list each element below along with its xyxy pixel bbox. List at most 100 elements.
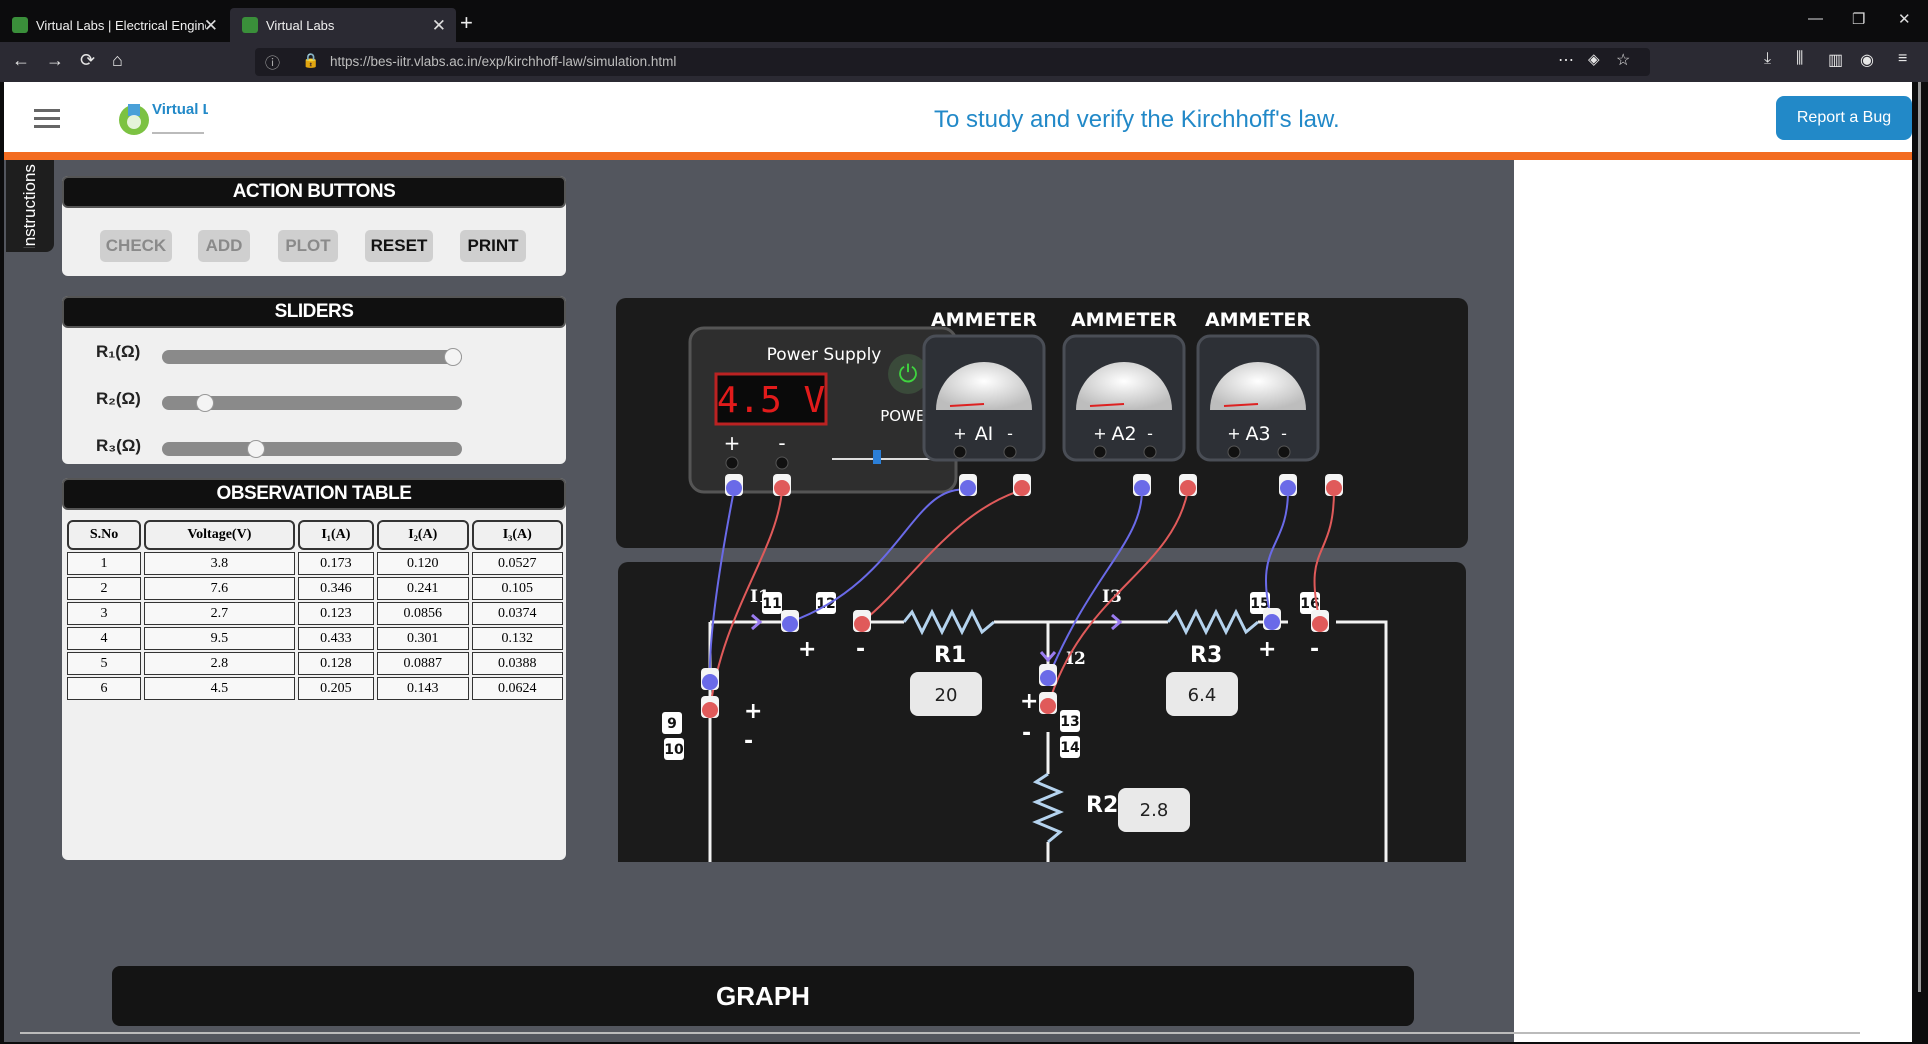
home-icon[interactable]: ⌂ bbox=[112, 50, 123, 71]
r3-slider-thumb[interactable] bbox=[246, 440, 265, 458]
i3-label: I3 bbox=[1102, 587, 1122, 607]
tab-virtual-labs[interactable]: Virtual Labs ✕ bbox=[230, 8, 456, 42]
tab-electrical-engineering[interactable]: Virtual Labs | Electrical Enginee ✕ bbox=[0, 8, 228, 42]
connector-plug[interactable] bbox=[1180, 480, 1196, 496]
connector-plug[interactable] bbox=[1134, 480, 1150, 496]
table-cell: 0.105 bbox=[471, 577, 563, 600]
action-buttons-heading: ACTION BUTTONS bbox=[62, 176, 566, 208]
bookmark-star-icon[interactable]: ☆ bbox=[1616, 50, 1630, 70]
table-cell: 1 bbox=[67, 552, 142, 575]
r2-slider-thumb[interactable] bbox=[195, 394, 214, 412]
ps-minus-jack[interactable] bbox=[775, 456, 789, 470]
r1-slider[interactable] bbox=[162, 348, 462, 366]
table-row: 4 9.5 0.433 0.301 0.132 bbox=[67, 627, 563, 650]
table-cell: 0.0374 bbox=[471, 602, 563, 625]
close-tab-icon[interactable]: ✕ bbox=[204, 16, 218, 36]
connector-plug[interactable] bbox=[702, 702, 718, 718]
reload-icon[interactable]: ⟳ bbox=[80, 50, 95, 71]
ammeter-plus-jack[interactable] bbox=[1093, 445, 1107, 459]
reset-button[interactable]: RESET bbox=[365, 230, 433, 262]
account-icon[interactable]: ◉ bbox=[1860, 50, 1874, 70]
back-icon[interactable]: ← bbox=[12, 50, 30, 71]
r1-slider-thumb[interactable] bbox=[444, 348, 462, 366]
ammeter-minus-jack[interactable] bbox=[1277, 445, 1291, 459]
r2-slider[interactable] bbox=[162, 394, 462, 412]
ammeter-minus-jack[interactable] bbox=[1003, 445, 1017, 459]
terminal-number: 11 bbox=[762, 596, 781, 612]
connector-plug[interactable] bbox=[1014, 480, 1030, 496]
downloads-icon[interactable]: ⤓ bbox=[1764, 50, 1771, 68]
check-button[interactable]: CHECK bbox=[100, 230, 172, 262]
terminal-13-plus-sign: + bbox=[1020, 689, 1038, 714]
observation-table: S.No Voltage(V) I₁(A) I₂(A) I₃(A) 1 3.8 0.173 0… bbox=[64, 518, 566, 702]
connector-plug[interactable] bbox=[960, 480, 976, 496]
header-divider bbox=[4, 152, 1912, 160]
minimize-icon[interactable]: — bbox=[1808, 10, 1823, 27]
plot-button[interactable]: PLOT bbox=[278, 230, 338, 262]
instructions-tab[interactable]: Instructions bbox=[6, 160, 54, 252]
horizontal-scrollbar[interactable] bbox=[20, 1032, 1860, 1034]
terminal-number: 10 bbox=[664, 742, 684, 758]
r2-value: 2.8 bbox=[1140, 800, 1169, 821]
connector-plug[interactable] bbox=[1312, 616, 1328, 632]
connector-plug[interactable] bbox=[1280, 480, 1296, 496]
connector-plug[interactable] bbox=[726, 480, 742, 496]
r3-value: 6.4 bbox=[1188, 685, 1217, 706]
hamburger-menu-icon[interactable] bbox=[34, 104, 60, 133]
right-blank-pane bbox=[1514, 160, 1912, 1042]
sliders-heading: SLIDERS bbox=[62, 296, 566, 328]
observation-table-panel: OBSERVATION TABLE S.No Voltage(V) I₁(A) I₂(… bbox=[62, 478, 566, 860]
terminal-9-plus-sign: + bbox=[744, 699, 762, 724]
web-page: Virtual Labs To study and verify the Kir… bbox=[4, 82, 1912, 1042]
connector-plug[interactable] bbox=[782, 616, 798, 632]
connector-plug[interactable] bbox=[1040, 670, 1056, 686]
ammeter-plus-jack[interactable] bbox=[1227, 445, 1241, 459]
window-close-icon[interactable]: ✕ bbox=[1898, 10, 1911, 28]
more-actions-icon[interactable]: ⋯ bbox=[1558, 50, 1574, 70]
close-tab-icon[interactable]: ✕ bbox=[432, 16, 446, 36]
table-cell: 0.0527 bbox=[471, 552, 563, 575]
action-buttons-panel: ACTION BUTTONS CHECK ADD PLOT RESET PRIN… bbox=[62, 176, 566, 276]
menu-icon[interactable]: ≡ bbox=[1898, 50, 1907, 68]
connector-plug[interactable] bbox=[1264, 614, 1280, 630]
connector-plug[interactable] bbox=[1326, 480, 1342, 496]
ammeter-minus-jack[interactable] bbox=[1143, 445, 1157, 459]
connector-plug[interactable] bbox=[854, 616, 870, 632]
r2-label: R2 bbox=[1086, 793, 1118, 818]
vertical-scrollbar[interactable] bbox=[1918, 82, 1921, 992]
connector-plug[interactable] bbox=[1040, 698, 1056, 714]
terminal-11-plus-sign: + bbox=[798, 637, 816, 662]
ps-plus-jack[interactable] bbox=[725, 456, 739, 470]
report-bug-button[interactable]: Report a Bug bbox=[1776, 96, 1912, 140]
pocket-icon[interactable]: ◈ bbox=[1588, 50, 1600, 68]
r2-slider-label: R₂(Ω) bbox=[96, 389, 141, 408]
new-tab-icon[interactable]: + bbox=[460, 10, 473, 36]
terminal-number: 9 bbox=[667, 716, 677, 732]
print-button[interactable]: PRINT bbox=[460, 230, 526, 262]
forward-icon[interactable]: → bbox=[46, 50, 64, 71]
connector-plug[interactable] bbox=[702, 674, 718, 690]
ammeter-name: AI bbox=[975, 423, 994, 445]
r3-slider[interactable] bbox=[162, 440, 462, 458]
terminal-10-minus-sign: - bbox=[744, 729, 753, 754]
table-cell: 2 bbox=[67, 577, 142, 600]
lock-icon: 🔒 bbox=[302, 52, 320, 68]
table-cell: 0.132 bbox=[471, 627, 563, 650]
table-cell: 0.241 bbox=[377, 577, 469, 600]
info-icon[interactable]: ⓘ bbox=[265, 52, 280, 73]
table-cell: 0.173 bbox=[297, 552, 375, 575]
virtual-labs-logo[interactable]: Virtual Labs bbox=[116, 94, 238, 149]
voltage-knob[interactable] bbox=[873, 450, 881, 464]
add-button[interactable]: ADD bbox=[198, 230, 250, 262]
terminal-number: 13 bbox=[1060, 714, 1079, 730]
restore-icon[interactable]: ❐ bbox=[1852, 10, 1865, 28]
graph-heading[interactable]: GRAPH bbox=[112, 966, 1414, 1026]
terminal-12-minus-sign: - bbox=[856, 637, 865, 662]
table-cell: 0.0856 bbox=[377, 602, 469, 625]
connector-plug[interactable] bbox=[774, 480, 790, 496]
sidebar-icon[interactable]: ▥ bbox=[1828, 50, 1843, 70]
terminal-16-minus-sign: - bbox=[1310, 637, 1319, 662]
ammeter-plus-jack[interactable] bbox=[953, 445, 967, 459]
library-icon[interactable]: ⫼ bbox=[1796, 50, 1803, 68]
table-row: 1 3.8 0.173 0.120 0.0527 bbox=[67, 552, 563, 575]
